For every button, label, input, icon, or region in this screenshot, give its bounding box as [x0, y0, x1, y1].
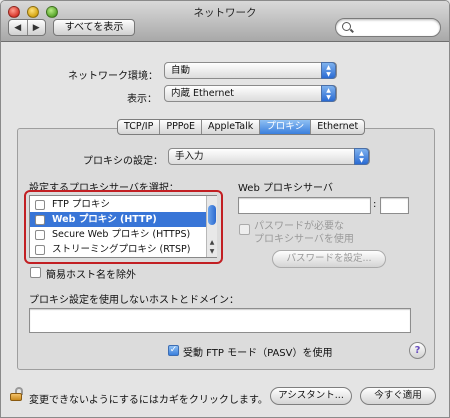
show-label: 表示：: [127, 94, 157, 105]
tab-tcpip[interactable]: TCP/IP: [118, 120, 159, 134]
proxy-server-field[interactable]: [238, 197, 371, 214]
help-icon[interactable]: ?: [409, 342, 426, 359]
tab-proxy[interactable]: プロキシ: [259, 120, 311, 134]
location-label: ネットワーク環境：: [68, 71, 158, 82]
forward-arrow-icon[interactable]: ▶: [26, 20, 46, 35]
tab-bar: TCP/IP PPPoE AppleTalk プロキシ Ethernet: [117, 119, 366, 135]
password-required-checkbox[interactable]: [239, 224, 250, 235]
popup-arrows-icon: ▲ ▼: [321, 62, 336, 79]
title-bar: ネットワーク ◀ ▶ すべてを表示: [1, 1, 449, 42]
search-field[interactable]: [335, 18, 441, 37]
tab-appletalk[interactable]: AppleTalk: [201, 120, 259, 134]
search-input[interactable]: [356, 21, 436, 34]
show-value: 内蔵 Ethernet: [171, 88, 234, 99]
bypass-hosts-field[interactable]: [29, 308, 411, 333]
network-preferences-window: ネットワーク ◀ ▶ すべてを表示 ネットワーク環境： 自動 ▲ ▼ 表示： 内蔵…: [0, 0, 450, 418]
location-popup[interactable]: 自動 ▲ ▼: [164, 62, 337, 79]
apply-now-button[interactable]: 今すぐ適用: [360, 387, 436, 405]
exclude-simple-hostnames-checkbox[interactable]: [30, 267, 41, 278]
password-required-label: パスワードが必要な プロキシサーバを使用: [254, 221, 354, 245]
tab-pppoe[interactable]: PPPoE: [159, 120, 201, 134]
port-separator: :: [373, 199, 377, 210]
proxy-settings-label: プロキシの設定：: [83, 156, 163, 167]
show-all-button[interactable]: すべてを表示: [53, 19, 135, 36]
popup-arrows-icon: ▲ ▼: [354, 148, 369, 165]
set-password-button[interactable]: パスワードを設定...: [272, 250, 386, 268]
popup-arrows-icon: ▲ ▼: [321, 85, 336, 102]
location-value: 自動: [171, 65, 191, 76]
web-proxy-server-label: Web プロキシサーバ: [238, 183, 333, 194]
bypass-hosts-label: プロキシ設定を使用しないホストとドメイン：: [29, 295, 239, 306]
assistant-button[interactable]: アシスタント...: [270, 387, 352, 405]
proxy-port-field[interactable]: [380, 197, 409, 214]
lock-icon[interactable]: [10, 387, 23, 401]
passive-ftp-label: 受動 FTP モード（PASV）を使用: [183, 348, 333, 359]
tab-ethernet[interactable]: Ethernet: [310, 120, 364, 134]
nav-buttons: ◀ ▶: [8, 19, 46, 36]
highlight-annotation: [24, 190, 223, 264]
lock-hint-text: 変更できないようにするにはカギをクリックします。: [29, 395, 268, 406]
show-popup[interactable]: 内蔵 Ethernet ▲ ▼: [164, 85, 337, 102]
search-icon: [342, 22, 351, 31]
proxy-settings-popup[interactable]: 手入力 ▲ ▼: [168, 148, 370, 165]
exclude-simple-hostnames-label: 簡易ホスト名を除外: [46, 270, 136, 281]
back-arrow-icon[interactable]: ◀: [9, 20, 27, 35]
passive-ftp-checkbox[interactable]: ✓: [168, 345, 179, 356]
proxy-settings-value: 手入力: [175, 151, 204, 162]
